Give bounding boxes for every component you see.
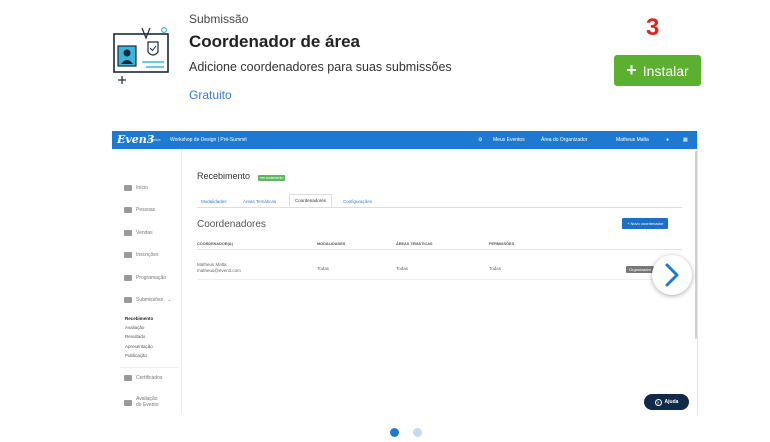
preview-row-line bbox=[197, 279, 682, 280]
app-screenshot-preview: Even3 Eventos Workshop de Design | Pré-S… bbox=[112, 131, 698, 414]
people-icon bbox=[124, 207, 132, 213]
preview-apps-icon: ▦ bbox=[683, 137, 688, 143]
preview-heading: Recebimento bbox=[197, 171, 251, 181]
preview-sidebar-subitem: Publicação bbox=[125, 353, 148, 358]
help-icon: ? bbox=[654, 398, 662, 406]
preview-tab: Modalidades bbox=[201, 199, 227, 204]
app-description: Adicione coordenadores para suas submiss… bbox=[189, 60, 452, 74]
chevron-down-icon: ⌄ bbox=[167, 297, 172, 303]
preview-bell-icon: ● bbox=[666, 137, 670, 143]
preview-help-button: ? Ajuda bbox=[644, 394, 689, 410]
preview-sidebar-subitem: Recebimento bbox=[125, 316, 154, 321]
preview-sidebar-item: Vendas bbox=[124, 230, 153, 236]
coordinator-badge-icon bbox=[112, 26, 172, 86]
preview-sidebar-item: Certificados bbox=[124, 375, 162, 381]
preview-nav-user: Matheus Malta bbox=[616, 137, 649, 143]
preview-status-badge: em andamento bbox=[258, 175, 286, 181]
evaluation-icon bbox=[124, 399, 132, 406]
plus-icon: + bbox=[626, 59, 637, 80]
preview-table-header: ÁREAS TEMÁTICAS bbox=[396, 242, 433, 246]
carousel-dots bbox=[390, 428, 422, 437]
preview-tab: Configurações bbox=[343, 199, 373, 204]
preview-sidebar-item: Avaliação do Evento bbox=[124, 396, 172, 408]
preview-scrollbar bbox=[695, 151, 697, 339]
sales-icon bbox=[124, 230, 132, 236]
chevron-right-icon bbox=[665, 263, 679, 287]
preview-sidebar-divider bbox=[120, 367, 178, 368]
certificate-icon bbox=[124, 375, 132, 381]
annotation-marker: 3 bbox=[646, 14, 660, 41]
preview-sidebar-subitem: Avaliação bbox=[125, 325, 145, 330]
app-title: Coordenador de área bbox=[189, 32, 360, 51]
carousel-dot[interactable] bbox=[390, 428, 399, 437]
preview-navbar: Even3 Eventos Workshop de Design | Pré-S… bbox=[112, 131, 697, 149]
carousel-dot[interactable] bbox=[413, 428, 422, 437]
preview-tab: Áreas Temáticas bbox=[243, 199, 277, 204]
preview-nav-organizer: Área do Organizador bbox=[541, 137, 588, 143]
preview-role-badge: Organizador bbox=[626, 266, 655, 273]
preview-sidebar-subitem: Apresentação bbox=[125, 344, 153, 349]
preview-nav-my-events: Meus Eventos bbox=[493, 137, 525, 143]
app-category: Submissão bbox=[189, 12, 249, 26]
preview-sidebar: Início Pessoas Vendas Inscrições Program… bbox=[112, 149, 182, 414]
preview-section-title: Coordenadores bbox=[197, 219, 266, 230]
preview-cell-modalidades: Todas bbox=[317, 266, 330, 271]
submissions-icon bbox=[124, 297, 132, 303]
preview-cell-name: Matheus Malta bbox=[197, 262, 227, 267]
carousel-next-button[interactable] bbox=[652, 255, 692, 295]
registration-icon bbox=[124, 252, 132, 258]
preview-cell-email: matheus@even3.com bbox=[197, 268, 241, 273]
preview-sidebar-item: Submissões ⌄ bbox=[124, 297, 171, 303]
preview-event-title: Workshop de Design | Pré-Summit bbox=[170, 137, 247, 143]
preview-table-header: COORDENADOR(A) bbox=[197, 242, 233, 246]
home-icon bbox=[124, 185, 132, 191]
preview-cell-permissoes: Todas bbox=[489, 266, 502, 271]
app-price[interactable]: Gratuito bbox=[189, 88, 232, 102]
preview-sidebar-item: Início bbox=[124, 185, 148, 191]
preview-new-coordinator-button: + Novo coordenador bbox=[622, 218, 669, 229]
preview-sidebar-item: Programação bbox=[124, 275, 166, 281]
preview-table-header-line bbox=[197, 249, 682, 250]
preview-table-header: MODALIDADES bbox=[317, 242, 346, 246]
schedule-icon bbox=[124, 275, 132, 281]
preview-tab-active: Coordenadores bbox=[289, 194, 333, 207]
preview-sidebar-item: Pessoas bbox=[124, 207, 155, 213]
preview-cell-areas: Todas bbox=[396, 266, 409, 271]
preview-logo-sub: Eventos bbox=[148, 138, 161, 142]
install-button[interactable]: + Instalar bbox=[614, 55, 701, 86]
preview-sidebar-item: Inscrições bbox=[124, 252, 159, 258]
preview-sidebar-subitem: Resultado bbox=[125, 334, 146, 339]
preview-tab-line bbox=[197, 207, 682, 208]
preview-gear-icon: ⚙ bbox=[478, 137, 483, 143]
preview-table-header: PERMISSÕES bbox=[489, 242, 515, 246]
install-label: Instalar bbox=[642, 62, 689, 79]
